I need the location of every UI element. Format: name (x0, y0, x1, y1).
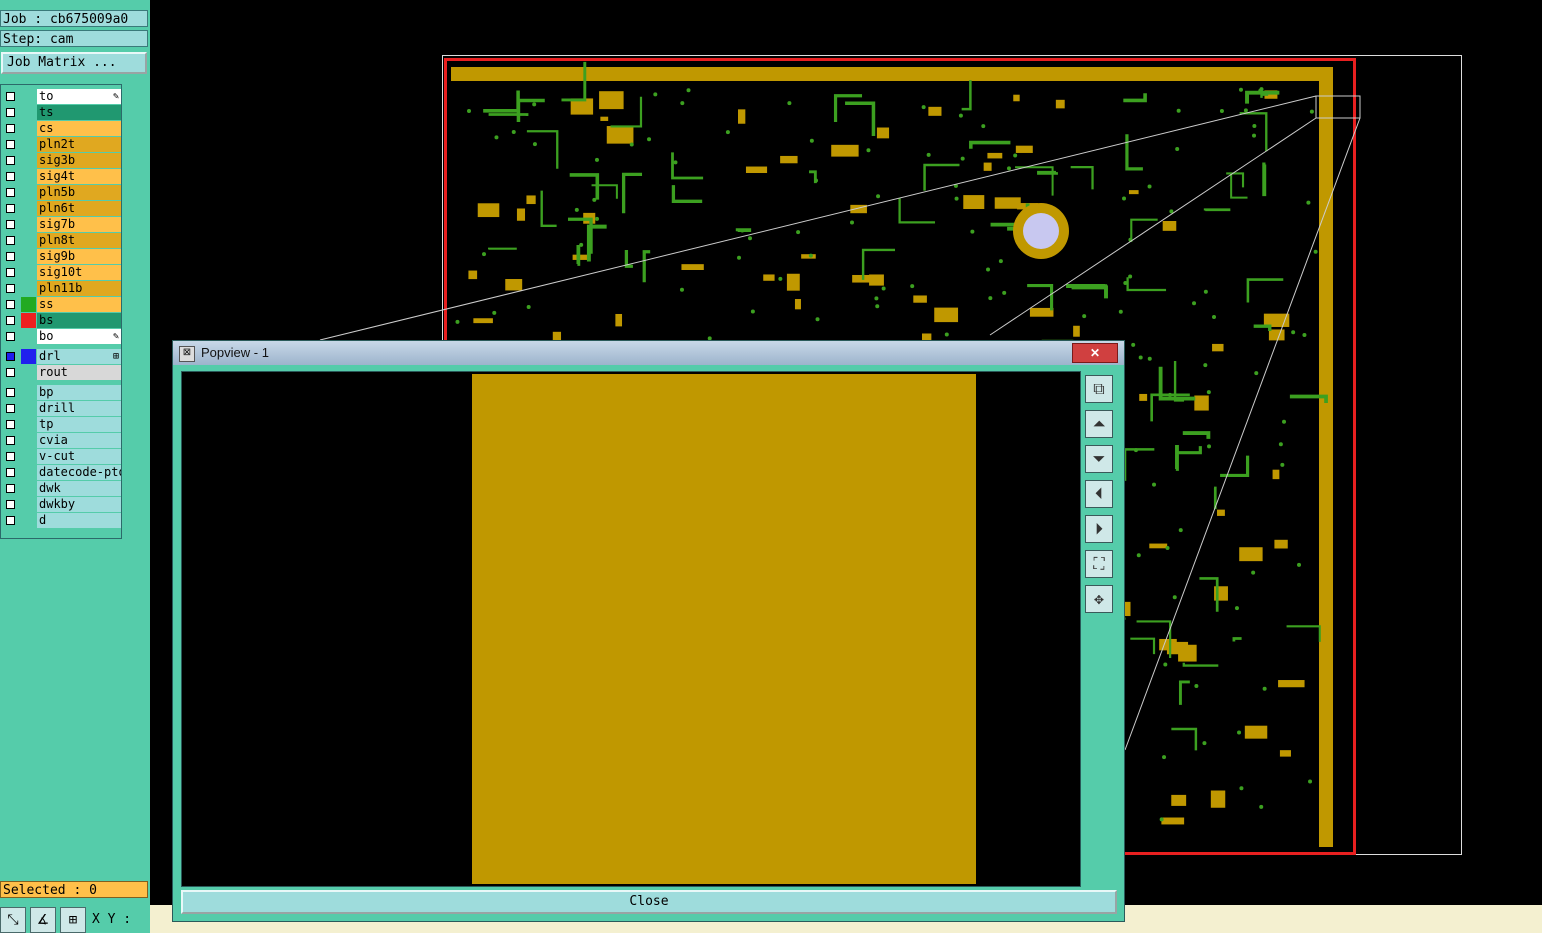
pan-down-icon: ⏷ (1092, 449, 1106, 468)
pan-down-button[interactable]: ⏷ (1085, 445, 1113, 473)
center-button[interactable]: ✥ (1085, 585, 1113, 613)
window-close-button[interactable]: ✕ (1072, 343, 1118, 363)
pan-up-icon: ⏶ (1092, 414, 1106, 433)
popview-toolbar: ⧉ ⏶ ⏷ ⏴ ⏵ ⛶ ✥ (1081, 371, 1117, 885)
zoom-home-button[interactable]: ⧉ (1085, 375, 1113, 403)
center-icon: ✥ (1094, 589, 1104, 608)
zoom-fit-button[interactable]: ⛶ (1085, 550, 1113, 578)
pan-left-icon: ⏴ (1094, 484, 1103, 503)
popview-canvas[interactable] (181, 371, 1081, 887)
pan-right-icon: ⏵ (1094, 519, 1103, 538)
popview-window-icon: ⊠ (179, 346, 195, 362)
close-icon: ✕ (1089, 346, 1101, 360)
copper-pad (472, 374, 976, 884)
popview-close-button[interactable]: Close (181, 890, 1117, 914)
zoom-fit-icon: ⛶ (1093, 554, 1105, 573)
popview-window: ⊠ Popview - 1 ✕ ⧉ ⏶ ⏷ ⏴ ⏵ ⛶ ✥ Close (172, 340, 1125, 922)
pan-left-button[interactable]: ⏴ (1085, 480, 1113, 508)
pan-up-button[interactable]: ⏶ (1085, 410, 1113, 438)
popview-title-bar[interactable]: ⊠ Popview - 1 ✕ (173, 341, 1124, 365)
zoom-home-icon: ⧉ (1093, 379, 1105, 398)
popview-title: Popview - 1 (201, 345, 269, 360)
pan-right-button[interactable]: ⏵ (1085, 515, 1113, 543)
